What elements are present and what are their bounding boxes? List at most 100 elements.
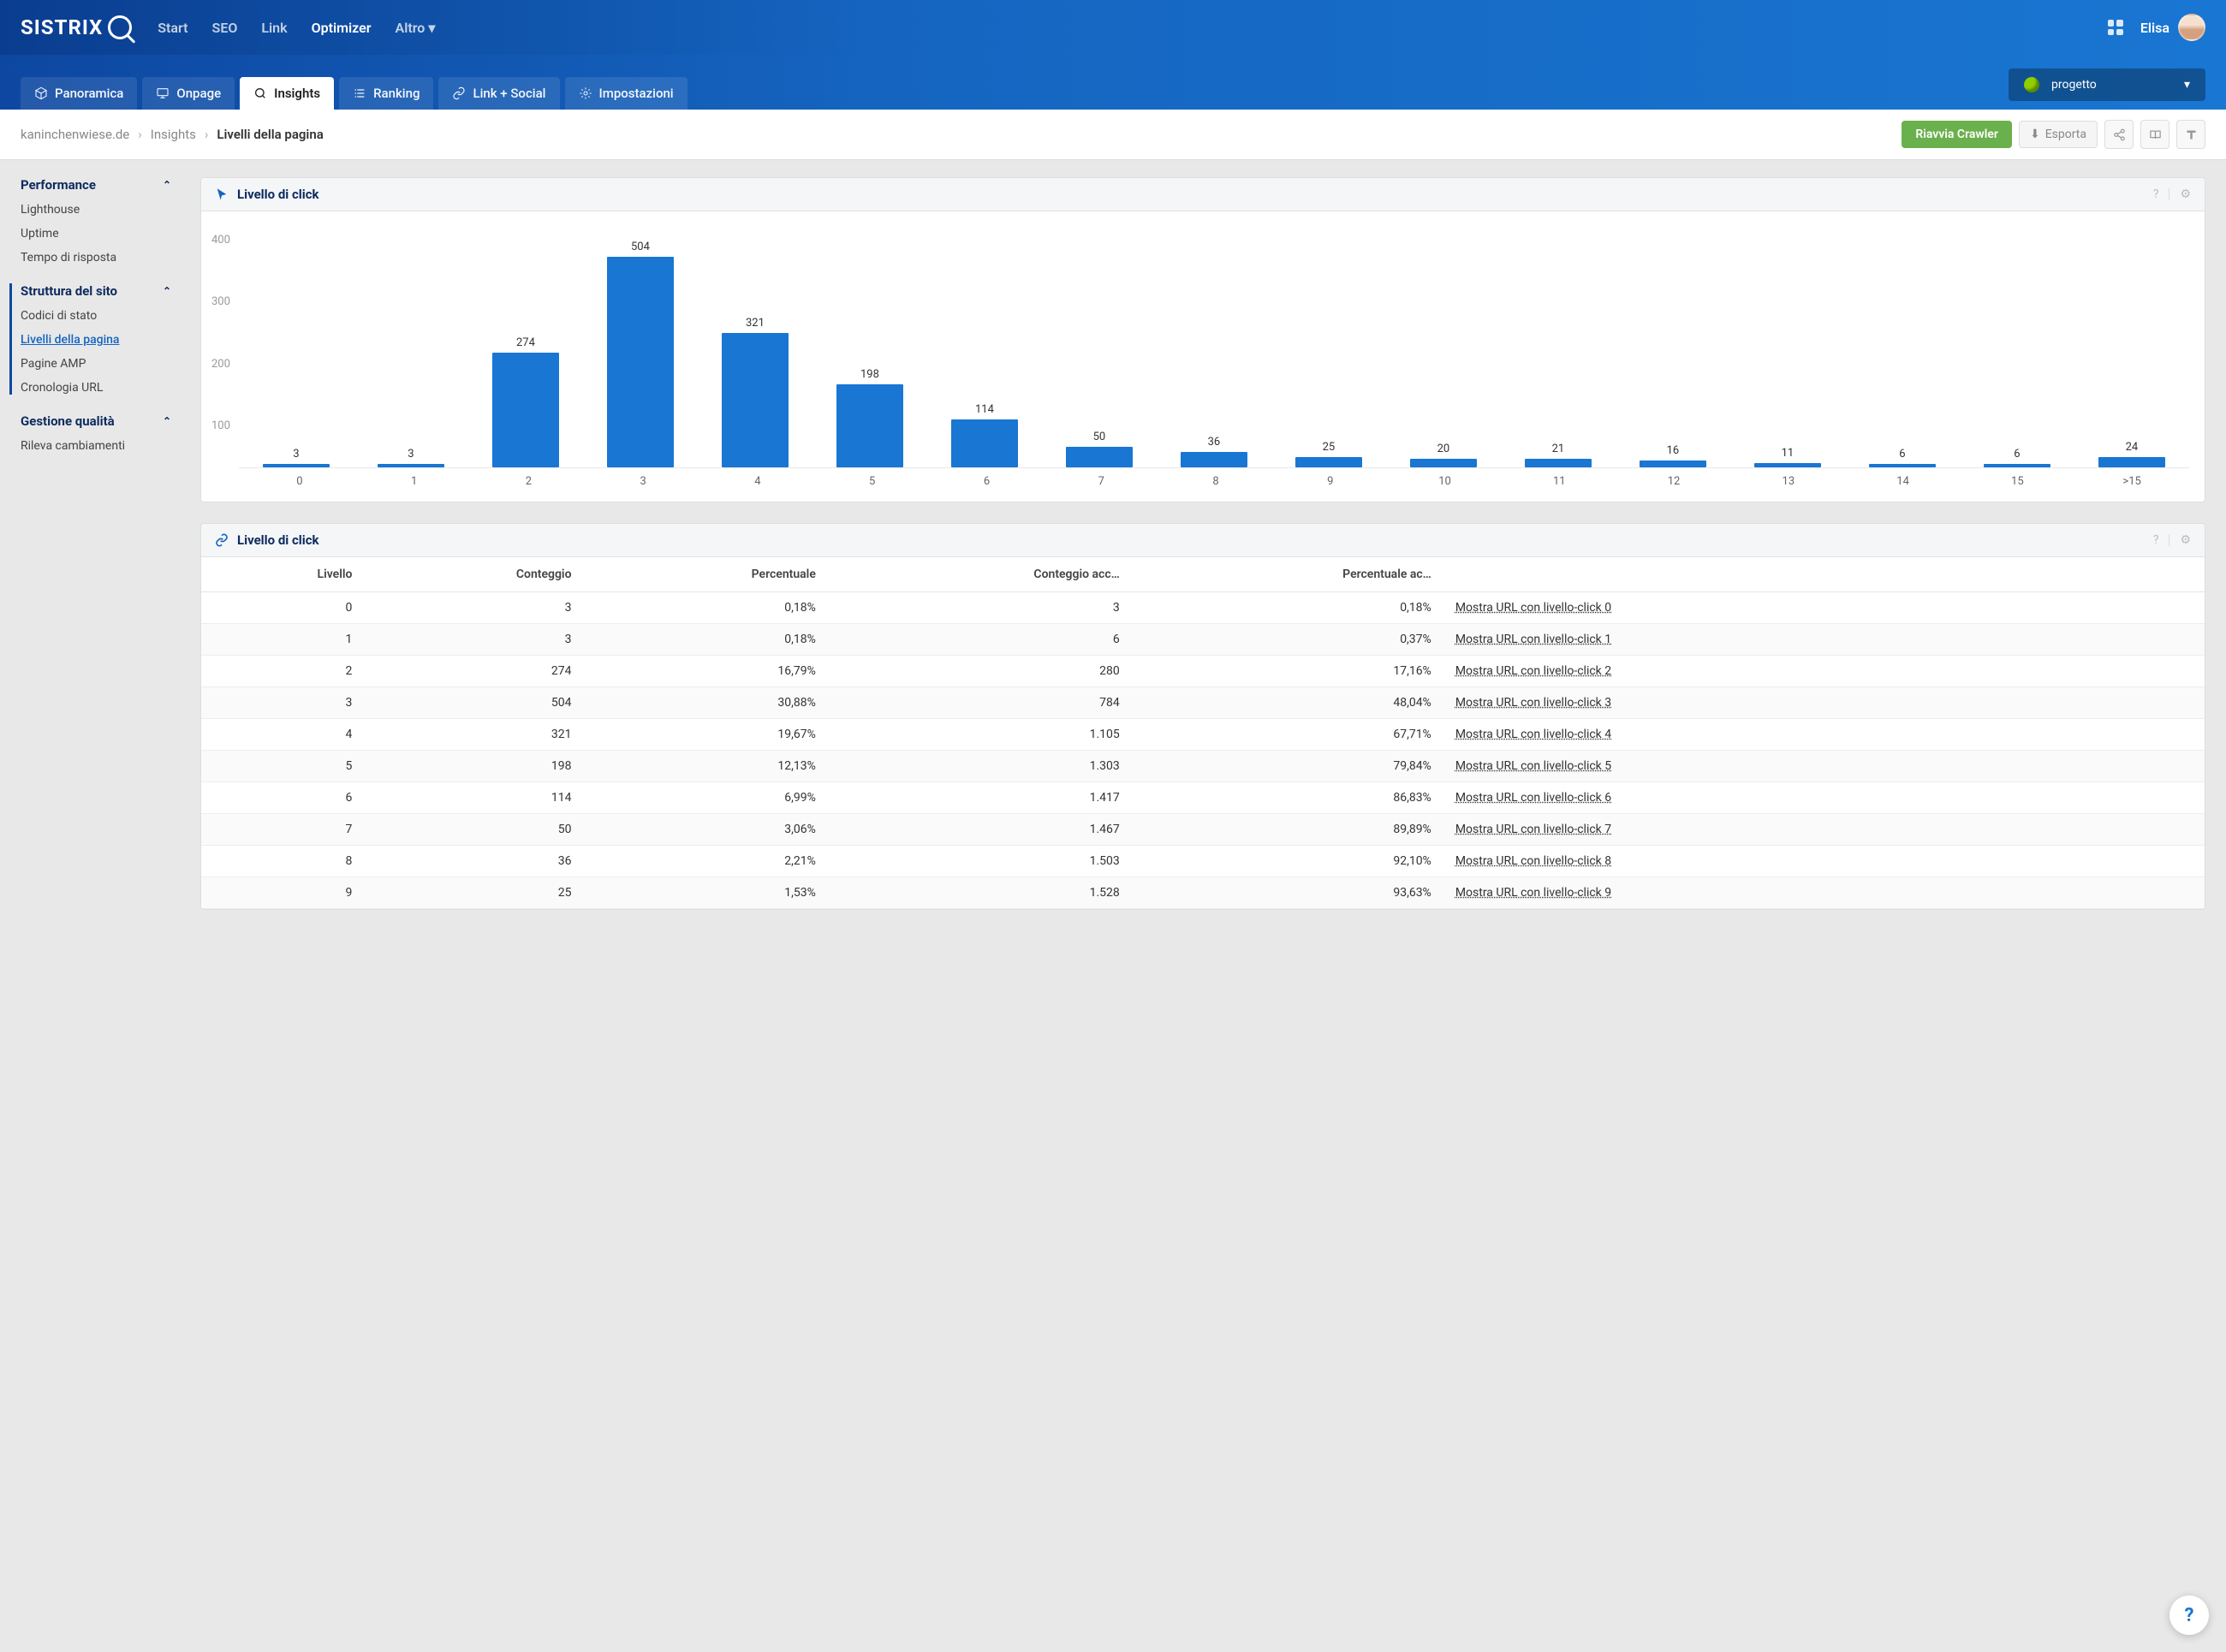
sidebar-item[interactable]: Lighthouse	[21, 203, 180, 217]
x-tick: 13	[1731, 468, 1846, 488]
bar[interactable]	[1869, 464, 1936, 467]
user-menu[interactable]: Elisa	[2140, 14, 2205, 41]
chart-title: Livello di click	[237, 187, 319, 202]
bar[interactable]	[378, 464, 444, 467]
tab-ranking[interactable]: Ranking	[339, 77, 433, 110]
shortcut-icon[interactable]	[2176, 120, 2205, 149]
cell-count: 321	[364, 719, 583, 751]
bar[interactable]	[263, 464, 330, 467]
bar[interactable]	[951, 419, 1018, 467]
breadcrumb-domain[interactable]: kaninchenwiese.de	[21, 127, 129, 142]
sidebar-item[interactable]: Cronologia URL	[21, 381, 180, 395]
bar[interactable]	[492, 353, 559, 467]
bar[interactable]	[2098, 457, 2165, 467]
bar-value-label: 3	[408, 448, 414, 461]
bar-value-label: 36	[1208, 436, 1221, 449]
cell-pct: 0,18%	[584, 592, 828, 624]
help-fab[interactable]: ?	[2169, 1596, 2209, 1635]
y-tick: 100	[211, 419, 230, 432]
topnav-item-altro[interactable]: Altro▾	[396, 20, 436, 36]
bar[interactable]	[1410, 459, 1477, 467]
gear-icon	[579, 86, 592, 100]
bar[interactable]	[722, 333, 789, 467]
sidebar-item[interactable]: Rileva cambiamenti	[21, 439, 180, 453]
show-urls-link[interactable]: Mostra URL con livello-click 4	[1455, 728, 1611, 741]
cell-acc_count: 1.467	[828, 814, 1132, 846]
table-title: Livello di click	[237, 532, 319, 548]
bar-col: 274	[468, 229, 583, 467]
tab-link-social[interactable]: Link + Social	[438, 77, 559, 110]
bar[interactable]	[1066, 447, 1133, 467]
show-urls-link[interactable]: Mostra URL con livello-click 9	[1455, 886, 1611, 900]
bar[interactable]	[607, 257, 674, 467]
cell-acc_count: 280	[828, 656, 1132, 687]
bar[interactable]	[1754, 463, 1821, 467]
table-row: 350430,88%78448,04%Mostra URL con livell…	[201, 687, 2205, 719]
book-icon[interactable]	[2140, 120, 2169, 149]
tab-insights[interactable]: Insights	[240, 77, 334, 110]
cell-acc_pct: 67,71%	[1132, 719, 1443, 751]
cell-acc_count: 1.303	[828, 751, 1132, 782]
show-urls-link[interactable]: Mostra URL con livello-click 6	[1455, 791, 1611, 805]
show-urls-link[interactable]: Mostra URL con livello-click 5	[1455, 759, 1611, 773]
help-icon[interactable]: ?	[2153, 533, 2159, 547]
bar[interactable]	[836, 384, 903, 467]
bar[interactable]	[1295, 457, 1362, 467]
topnav-item-link[interactable]: Link	[261, 20, 287, 36]
cell-pct: 30,88%	[584, 687, 828, 719]
column-header[interactable]	[1443, 557, 2205, 592]
gear-icon[interactable]: ⚙	[2180, 187, 2191, 201]
breadcrumb-section[interactable]: Insights	[151, 127, 196, 142]
project-label: progetto	[2051, 78, 2097, 92]
column-header[interactable]: Percentuale	[584, 557, 828, 592]
project-select[interactable]: progetto ▾	[2009, 68, 2205, 101]
sidebar-item[interactable]: Livelli della pagina	[21, 333, 180, 347]
cell-link: Mostra URL con livello-click 9	[1443, 877, 2205, 909]
bar-value-label: 21	[1552, 443, 1565, 455]
sidebar: Performance⌃ Lighthouse Uptime Tempo di ris…	[0, 160, 180, 927]
bar[interactable]	[1984, 464, 2050, 467]
restart-crawler-button[interactable]: Riavvia Crawler	[1902, 121, 2012, 148]
help-icon[interactable]: ?	[2153, 187, 2159, 201]
tab-impostazioni[interactable]: Impostazioni	[565, 77, 687, 110]
sidebar-item[interactable]: Codici di stato	[21, 309, 180, 323]
bar[interactable]	[1525, 459, 1592, 467]
column-header[interactable]: Livello	[201, 557, 364, 592]
show-urls-link[interactable]: Mostra URL con livello-click 7	[1455, 823, 1611, 836]
show-urls-link[interactable]: Mostra URL con livello-click 8	[1455, 854, 1611, 868]
sidebar-item[interactable]: Tempo di risposta	[21, 251, 180, 264]
content: Livello di click ? ⚙ 400300200100 332745…	[180, 160, 2226, 927]
sidebar-section-header[interactable]: Gestione qualità⌃	[21, 413, 180, 429]
apps-icon[interactable]	[2108, 20, 2123, 35]
bar-col: 21	[1501, 229, 1616, 467]
column-header[interactable]: Conteggio	[364, 557, 583, 592]
sidebar-item[interactable]: Uptime	[21, 227, 180, 241]
sidebar-item[interactable]: Pagine AMP	[21, 357, 180, 371]
y-tick: 200	[211, 358, 230, 371]
tab-onpage[interactable]: Onpage	[142, 77, 235, 110]
brand-logo[interactable]: SISTRIX	[21, 15, 132, 39]
share-icon[interactable]	[2104, 120, 2134, 149]
export-button[interactable]: ⬇ Esporta	[2019, 121, 2098, 148]
show-urls-link[interactable]: Mostra URL con livello-click 0	[1455, 601, 1611, 615]
cube-icon	[34, 86, 48, 100]
monitor-icon	[156, 86, 170, 100]
cell-acc_pct: 92,10%	[1132, 846, 1443, 877]
topnav-item-optimizer[interactable]: Optimizer	[312, 20, 372, 36]
cell-level: 4	[201, 719, 364, 751]
bar[interactable]	[1181, 452, 1247, 467]
cell-level: 5	[201, 751, 364, 782]
bar[interactable]	[1640, 461, 1706, 467]
topnav-item-start[interactable]: Start	[158, 20, 187, 36]
topnav-item-seo[interactable]: SEO	[212, 20, 238, 36]
sidebar-section-header[interactable]: Struttura del sito⌃	[21, 283, 180, 299]
sidebar-section-header[interactable]: Performance⌃	[21, 177, 180, 193]
column-header[interactable]: Conteggio acc…	[828, 557, 1132, 592]
cell-acc_count: 6	[828, 624, 1132, 656]
show-urls-link[interactable]: Mostra URL con livello-click 2	[1455, 664, 1611, 678]
show-urls-link[interactable]: Mostra URL con livello-click 1	[1455, 633, 1611, 646]
tab-panoramica[interactable]: Panoramica	[21, 77, 137, 110]
show-urls-link[interactable]: Mostra URL con livello-click 3	[1455, 696, 1611, 710]
column-header[interactable]: Percentuale ac…	[1132, 557, 1443, 592]
gear-icon[interactable]: ⚙	[2180, 533, 2191, 547]
